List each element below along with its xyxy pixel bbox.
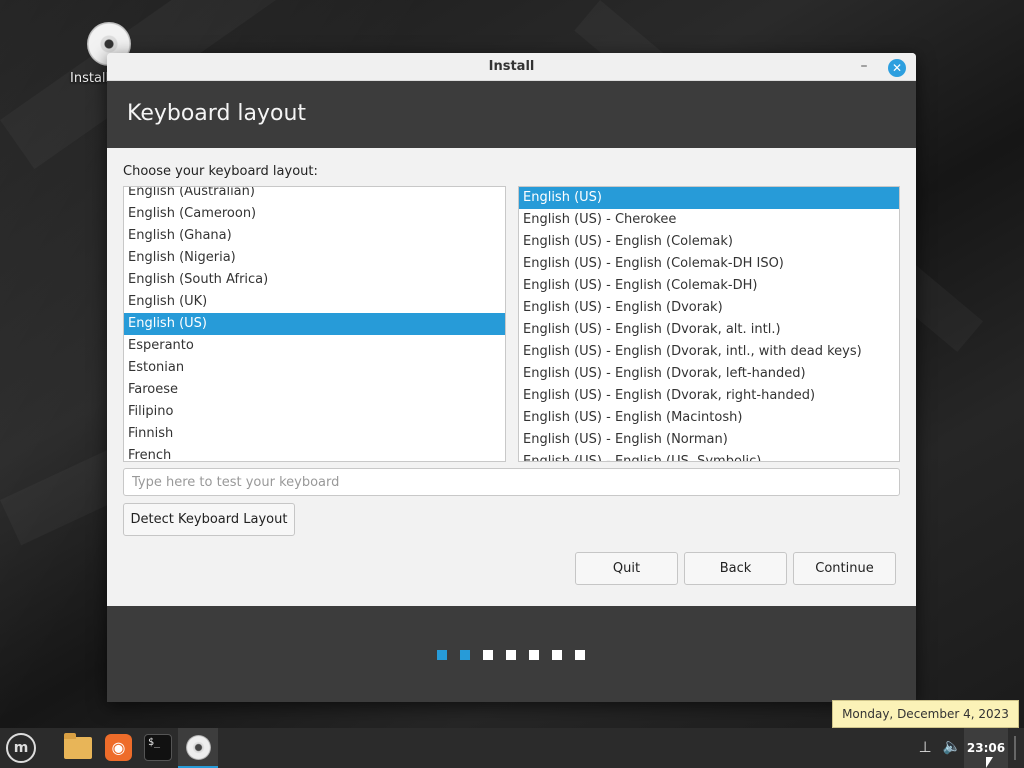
- taskbar: m ◉ $_: [0, 728, 1024, 768]
- layout-list-item[interactable]: English (US): [124, 313, 505, 335]
- close-button[interactable]: ✕: [888, 59, 906, 77]
- continue-button[interactable]: Continue: [793, 552, 896, 585]
- detect-layout-button[interactable]: Detect Keyboard Layout: [123, 503, 295, 536]
- progress-step: [575, 650, 585, 660]
- variant-list-item[interactable]: English (US) - English (Colemak-DH): [519, 275, 899, 297]
- progress-step: [437, 650, 447, 660]
- variant-list-item[interactable]: English (US) - English (Dvorak): [519, 297, 899, 319]
- layout-list-item[interactable]: Esperanto: [124, 335, 505, 357]
- progress-step: [506, 650, 516, 660]
- progress-step: [460, 650, 470, 660]
- layout-list[interactable]: English (Australian) English (Cameroon) En…: [123, 186, 506, 462]
- volume-icon[interactable]: 🔈: [942, 737, 962, 757]
- layout-list-item[interactable]: English (Ghana): [124, 225, 505, 247]
- layout-list-item[interactable]: English (South Africa): [124, 269, 505, 291]
- layout-prompt: Choose your keyboard layout:: [123, 164, 318, 179]
- mint-logo-icon: m: [6, 733, 36, 763]
- page-title: Keyboard layout: [127, 101, 307, 126]
- layout-list-item[interactable]: French: [124, 445, 505, 461]
- layout-list-item[interactable]: Faroese: [124, 379, 505, 401]
- install-task-button[interactable]: [178, 728, 218, 768]
- firefox-icon: ◉: [105, 734, 132, 761]
- minimize-button[interactable]: –: [854, 57, 874, 77]
- variant-list-item[interactable]: English (US): [519, 187, 899, 209]
- variant-list-item[interactable]: English (US) - English (Dvorak, intl., w…: [519, 341, 899, 363]
- window-title: Install: [488, 59, 535, 74]
- progress-step: [552, 650, 562, 660]
- firefox-launcher[interactable]: ◉: [98, 728, 138, 768]
- layout-list-item[interactable]: English (Cameroon): [124, 203, 505, 225]
- variant-list-item[interactable]: English (US) - English (Dvorak, right-ha…: [519, 385, 899, 407]
- progress-footer: [107, 606, 916, 702]
- page-content: Choose your keyboard layout: English (Au…: [107, 148, 916, 606]
- progress-step: [483, 650, 493, 660]
- variant-list-item[interactable]: English (US) - English (Norman): [519, 429, 899, 451]
- back-button[interactable]: Back: [684, 552, 787, 585]
- layout-list-item[interactable]: English (Nigeria): [124, 247, 505, 269]
- variant-list-item[interactable]: English (US) - English (US, Symbolic): [519, 451, 899, 461]
- variant-list[interactable]: English (US) English (US) - Cherokee Engli…: [518, 186, 900, 462]
- installer-window: Install – ✕ Keyboard layout Choose your …: [107, 53, 916, 702]
- page-header: Keyboard layout: [107, 81, 916, 148]
- layout-list-item[interactable]: Finnish: [124, 423, 505, 445]
- terminal-launcher[interactable]: $_: [138, 728, 178, 768]
- progress-step: [529, 650, 539, 660]
- variant-list-item[interactable]: English (US) - English (Dvorak, alt. int…: [519, 319, 899, 341]
- layout-list-item[interactable]: English (UK): [124, 291, 505, 313]
- mouse-cursor: [986, 757, 993, 768]
- layout-list-item[interactable]: English (Australian): [124, 187, 505, 203]
- network-icon[interactable]: ⊥: [916, 738, 934, 756]
- variant-list-item[interactable]: English (US) - English (Colemak-DH ISO): [519, 253, 899, 275]
- variant-list-item[interactable]: English (US) - Cherokee: [519, 209, 899, 231]
- date-tooltip: Monday, December 4, 2023: [832, 700, 1019, 728]
- variant-list-item[interactable]: English (US) - English (Macintosh): [519, 407, 899, 429]
- variant-list-item[interactable]: English (US) - English (Dvorak, left-han…: [519, 363, 899, 385]
- layout-list-item[interactable]: Estonian: [124, 357, 505, 379]
- quit-button[interactable]: Quit: [575, 552, 678, 585]
- terminal-icon: $_: [144, 734, 172, 761]
- folder-icon: [64, 733, 92, 759]
- layout-list-item[interactable]: Filipino: [124, 401, 505, 423]
- install-disc-icon: [186, 735, 211, 760]
- variant-list-item[interactable]: English (US) - English (Colemak): [519, 231, 899, 253]
- keyboard-test-input[interactable]: [123, 468, 900, 496]
- menu-button[interactable]: m: [0, 728, 40, 768]
- window-titlebar[interactable]: Install – ✕: [107, 53, 916, 81]
- files-launcher[interactable]: [58, 728, 98, 768]
- progress-indicator: [437, 650, 585, 660]
- show-desktop-button[interactable]: [1014, 736, 1016, 760]
